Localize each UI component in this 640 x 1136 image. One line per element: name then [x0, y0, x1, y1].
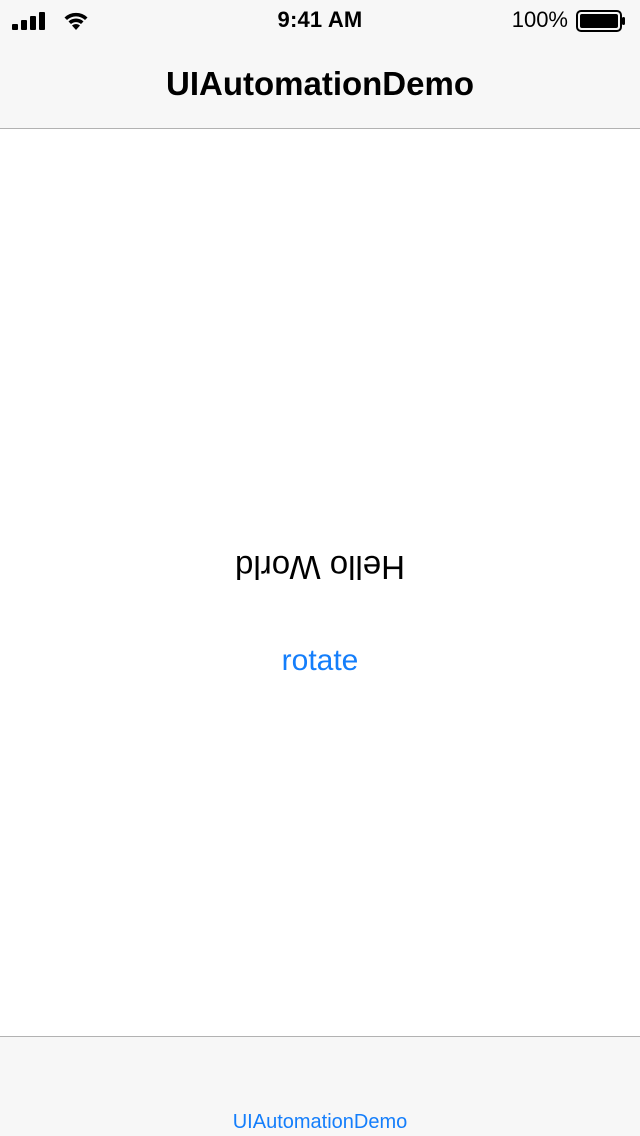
top-bar: 9:41 AM 100% UIAutomationDemo	[0, 0, 640, 129]
main-content: Hello World rotate	[0, 129, 640, 1036]
battery-icon	[576, 10, 625, 32]
battery-percentage: 100%	[511, 7, 568, 32]
tab-label: UIAutomationDemo	[232, 1111, 408, 1133]
hello-label: Hello World	[235, 549, 405, 586]
rotate-button[interactable]: rotate	[260, 639, 380, 683]
nav-title: UIAutomationDemo	[166, 65, 474, 102]
tab-bar: UIAutomationDemo	[0, 1036, 640, 1136]
app-screen: 9:41 AM 100% UIAutomationDemo Hello Worl…	[0, 0, 640, 1136]
tab-uiautomationdemo[interactable]: UIAutomationDemo	[0, 1037, 640, 1136]
status-bar: 9:41 AM 100%	[0, 0, 640, 40]
